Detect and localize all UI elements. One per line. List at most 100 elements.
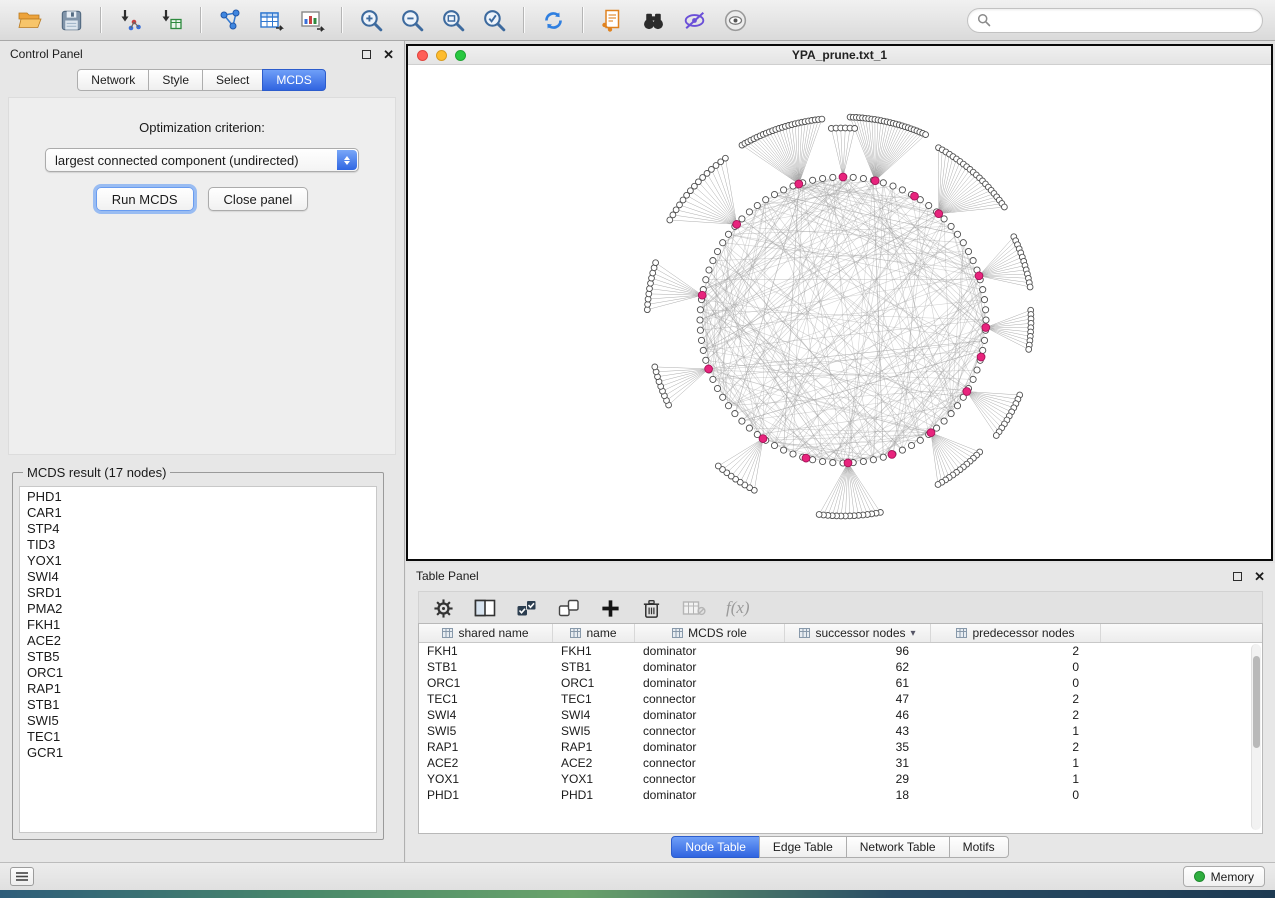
- save-session-button[interactable]: [53, 4, 89, 36]
- network-node[interactable]: [739, 418, 745, 424]
- zoom-selected-button[interactable]: [476, 4, 512, 36]
- tab-select[interactable]: Select: [202, 69, 263, 91]
- network-dominator-node[interactable]: [975, 272, 983, 280]
- mcds-result-item[interactable]: SWI4: [20, 569, 376, 585]
- network-node[interactable]: [954, 403, 960, 409]
- mcds-result-item[interactable]: CAR1: [20, 505, 376, 521]
- table-row[interactable]: PHD1 PHD1 dominator 18 0: [419, 787, 1262, 803]
- network-node[interactable]: [700, 347, 706, 353]
- network-node[interactable]: [941, 418, 947, 424]
- close-panel-icon[interactable]: ✕: [383, 50, 394, 59]
- network-node[interactable]: [926, 202, 932, 208]
- close-table-panel-icon[interactable]: ✕: [1254, 572, 1265, 581]
- network-node[interactable]: [880, 180, 886, 186]
- network-node[interactable]: [870, 457, 876, 463]
- float-table-panel-icon[interactable]: [1233, 572, 1242, 581]
- tab-style[interactable]: Style: [148, 69, 203, 91]
- import-network-button[interactable]: [112, 4, 148, 36]
- mcds-result-item[interactable]: STB5: [20, 649, 376, 665]
- import-table-button[interactable]: [153, 4, 189, 36]
- network-node[interactable]: [1026, 347, 1032, 353]
- column-header-mcds-role[interactable]: MCDS role: [635, 624, 785, 642]
- table-row[interactable]: TEC1 TEC1 connector 47 2: [419, 691, 1262, 707]
- table-row[interactable]: RAP1 RAP1 dominator 35 2: [419, 739, 1262, 755]
- network-node[interactable]: [983, 317, 989, 323]
- tab-network-table[interactable]: Network Table: [846, 836, 950, 858]
- task-history-button[interactable]: [10, 867, 34, 886]
- network-dominator-node[interactable]: [802, 454, 810, 462]
- table-row[interactable]: ACE2 ACE2 connector 31 1: [419, 755, 1262, 771]
- network-node[interactable]: [948, 223, 954, 229]
- network-dominator-node[interactable]: [733, 220, 741, 228]
- close-window-icon[interactable]: [417, 50, 428, 61]
- network-node[interactable]: [917, 437, 923, 443]
- network-node[interactable]: [703, 357, 709, 363]
- maximize-window-icon[interactable]: [455, 50, 466, 61]
- delete-column-button[interactable]: [641, 594, 662, 622]
- network-node[interactable]: [697, 307, 703, 313]
- network-dominator-node[interactable]: [911, 192, 919, 200]
- table-row[interactable]: STB1 STB1 dominator 62 0: [419, 659, 1262, 675]
- network-node[interactable]: [820, 175, 826, 181]
- add-column-button[interactable]: [600, 594, 621, 622]
- network-node[interactable]: [714, 248, 720, 254]
- network-node[interactable]: [697, 317, 703, 323]
- network-node[interactable]: [653, 260, 659, 266]
- tab-edge-table[interactable]: Edge Table: [759, 836, 847, 858]
- network-node[interactable]: [948, 411, 954, 417]
- network-node[interactable]: [981, 337, 987, 343]
- network-node[interactable]: [771, 442, 777, 448]
- mcds-result-item[interactable]: TEC1: [20, 729, 376, 745]
- open-session-button[interactable]: [12, 4, 48, 36]
- network-node[interactable]: [983, 307, 989, 313]
- mcds-result-item[interactable]: ACE2: [20, 633, 376, 649]
- network-node[interactable]: [725, 403, 731, 409]
- network-node[interactable]: [720, 240, 726, 246]
- table-row[interactable]: YOX1 YOX1 connector 29 1: [419, 771, 1262, 787]
- network-node[interactable]: [820, 458, 826, 464]
- network-node[interactable]: [980, 347, 986, 353]
- network-node[interactable]: [850, 174, 856, 180]
- network-node[interactable]: [880, 454, 886, 460]
- show-columns-button[interactable]: [474, 594, 496, 622]
- float-panel-icon[interactable]: [362, 50, 371, 59]
- column-header-predecessor-nodes[interactable]: predecessor nodes: [931, 624, 1101, 642]
- network-node[interactable]: [810, 177, 816, 183]
- network-node[interactable]: [706, 267, 712, 273]
- network-node[interactable]: [763, 197, 769, 203]
- export-network-button[interactable]: [212, 4, 248, 36]
- select-all-button[interactable]: [516, 594, 538, 622]
- mcds-result-item[interactable]: SRD1: [20, 585, 376, 601]
- network-node[interactable]: [714, 385, 720, 391]
- network-node[interactable]: [723, 155, 729, 161]
- network-node[interactable]: [715, 463, 721, 469]
- network-dominator-node[interactable]: [888, 451, 896, 459]
- network-node[interactable]: [720, 394, 726, 400]
- network-node[interactable]: [819, 116, 825, 122]
- network-node[interactable]: [981, 297, 987, 303]
- network-node[interactable]: [980, 287, 986, 293]
- zoom-out-button[interactable]: [394, 4, 430, 36]
- mcds-result-item[interactable]: FKH1: [20, 617, 376, 633]
- network-node[interactable]: [746, 425, 752, 431]
- network-node[interactable]: [732, 411, 738, 417]
- network-node[interactable]: [954, 231, 960, 237]
- run-mcds-button[interactable]: Run MCDS: [96, 187, 194, 211]
- hide-details-button[interactable]: [676, 4, 712, 36]
- network-node[interactable]: [965, 248, 971, 254]
- network-node[interactable]: [974, 367, 980, 373]
- network-node[interactable]: [1002, 204, 1008, 210]
- network-node[interactable]: [908, 442, 914, 448]
- mcds-result-item[interactable]: YOX1: [20, 553, 376, 569]
- tab-node-table[interactable]: Node Table: [671, 836, 760, 858]
- network-node[interactable]: [899, 447, 905, 453]
- network-dominator-node[interactable]: [963, 388, 971, 396]
- network-node[interactable]: [860, 458, 866, 464]
- network-node[interactable]: [710, 376, 716, 382]
- network-dominator-node[interactable]: [844, 459, 852, 467]
- deselect-all-button[interactable]: [558, 594, 580, 622]
- tab-mcds[interactable]: MCDS: [262, 69, 325, 91]
- network-node[interactable]: [852, 126, 858, 132]
- mcds-result-item[interactable]: ORC1: [20, 665, 376, 681]
- network-node[interactable]: [652, 364, 658, 370]
